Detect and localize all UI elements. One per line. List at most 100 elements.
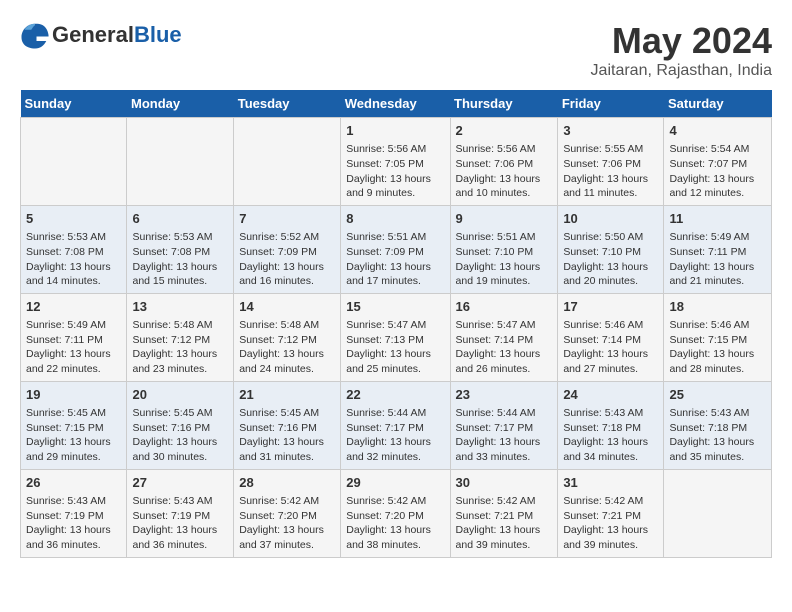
- cell-detail: Sunset: 7:17 PM: [456, 421, 553, 436]
- calendar-cell: 1Sunrise: 5:56 AMSunset: 7:05 PMDaylight…: [341, 118, 450, 206]
- cell-detail: Sunrise: 5:46 AM: [563, 318, 658, 333]
- cell-detail: and 26 minutes.: [456, 362, 553, 377]
- day-of-week-saturday: Saturday: [664, 90, 772, 118]
- cell-detail: Sunrise: 5:48 AM: [239, 318, 335, 333]
- calendar-header: SundayMondayTuesdayWednesdayThursdayFrid…: [21, 90, 772, 118]
- calendar-cell: 12Sunrise: 5:49 AMSunset: 7:11 PMDayligh…: [21, 293, 127, 381]
- calendar-week-1: 1Sunrise: 5:56 AMSunset: 7:05 PMDaylight…: [21, 118, 772, 206]
- calendar-cell: 14Sunrise: 5:48 AMSunset: 7:12 PMDayligh…: [234, 293, 341, 381]
- cell-detail: Daylight: 13 hours: [26, 435, 121, 450]
- calendar-cell: 27Sunrise: 5:43 AMSunset: 7:19 PMDayligh…: [127, 469, 234, 557]
- day-number: 6: [132, 210, 228, 228]
- cell-detail: Sunset: 7:19 PM: [26, 509, 121, 524]
- cell-detail: Daylight: 13 hours: [456, 260, 553, 275]
- cell-detail: and 34 minutes.: [563, 450, 658, 465]
- cell-detail: and 19 minutes.: [456, 274, 553, 289]
- day-number: 10: [563, 210, 658, 228]
- cell-detail: Daylight: 13 hours: [132, 435, 228, 450]
- logo-general: General: [52, 22, 134, 47]
- cell-detail: and 15 minutes.: [132, 274, 228, 289]
- cell-detail: Daylight: 13 hours: [346, 172, 444, 187]
- cell-detail: and 12 minutes.: [669, 186, 766, 201]
- cell-detail: Sunset: 7:06 PM: [563, 157, 658, 172]
- cell-detail: Sunrise: 5:43 AM: [26, 494, 121, 509]
- cell-detail: Sunrise: 5:56 AM: [346, 142, 444, 157]
- cell-detail: Daylight: 13 hours: [26, 347, 121, 362]
- day-number: 13: [132, 298, 228, 316]
- calendar-body: 1Sunrise: 5:56 AMSunset: 7:05 PMDaylight…: [21, 118, 772, 558]
- cell-detail: and 36 minutes.: [132, 538, 228, 553]
- cell-detail: and 31 minutes.: [239, 450, 335, 465]
- cell-detail: Sunrise: 5:47 AM: [456, 318, 553, 333]
- cell-detail: Daylight: 13 hours: [563, 435, 658, 450]
- calendar-cell: 21Sunrise: 5:45 AMSunset: 7:16 PMDayligh…: [234, 381, 341, 469]
- day-number: 29: [346, 474, 444, 492]
- day-of-week-wednesday: Wednesday: [341, 90, 450, 118]
- cell-detail: and 20 minutes.: [563, 274, 658, 289]
- day-number: 27: [132, 474, 228, 492]
- cell-detail: Daylight: 13 hours: [132, 523, 228, 538]
- cell-detail: Sunset: 7:11 PM: [669, 245, 766, 260]
- cell-detail: and 16 minutes.: [239, 274, 335, 289]
- cell-detail: Sunset: 7:08 PM: [26, 245, 121, 260]
- cell-detail: Sunset: 7:06 PM: [456, 157, 553, 172]
- cell-detail: Sunset: 7:16 PM: [239, 421, 335, 436]
- calendar-cell: 16Sunrise: 5:47 AMSunset: 7:14 PMDayligh…: [450, 293, 558, 381]
- day-number: 12: [26, 298, 121, 316]
- cell-detail: Daylight: 13 hours: [346, 260, 444, 275]
- cell-detail: and 39 minutes.: [563, 538, 658, 553]
- cell-detail: Sunrise: 5:43 AM: [563, 406, 658, 421]
- cell-detail: and 29 minutes.: [26, 450, 121, 465]
- day-number: 8: [346, 210, 444, 228]
- calendar-cell: 25Sunrise: 5:43 AMSunset: 7:18 PMDayligh…: [664, 381, 772, 469]
- cell-detail: Sunrise: 5:45 AM: [239, 406, 335, 421]
- cell-detail: Sunset: 7:07 PM: [669, 157, 766, 172]
- calendar-cell: 19Sunrise: 5:45 AMSunset: 7:15 PMDayligh…: [21, 381, 127, 469]
- day-number: 18: [669, 298, 766, 316]
- cell-detail: Sunrise: 5:50 AM: [563, 230, 658, 245]
- cell-detail: Sunset: 7:21 PM: [563, 509, 658, 524]
- day-number: 5: [26, 210, 121, 228]
- cell-detail: Sunset: 7:15 PM: [669, 333, 766, 348]
- calendar-cell: 7Sunrise: 5:52 AMSunset: 7:09 PMDaylight…: [234, 205, 341, 293]
- calendar-cell: 2Sunrise: 5:56 AMSunset: 7:06 PMDaylight…: [450, 118, 558, 206]
- cell-detail: Sunrise: 5:47 AM: [346, 318, 444, 333]
- day-number: 7: [239, 210, 335, 228]
- day-number: 17: [563, 298, 658, 316]
- cell-detail: Daylight: 13 hours: [26, 523, 121, 538]
- cell-detail: Sunrise: 5:52 AM: [239, 230, 335, 245]
- day-number: 3: [563, 122, 658, 140]
- calendar-week-3: 12Sunrise: 5:49 AMSunset: 7:11 PMDayligh…: [21, 293, 772, 381]
- cell-detail: Daylight: 13 hours: [456, 172, 553, 187]
- calendar-cell: 22Sunrise: 5:44 AMSunset: 7:17 PMDayligh…: [341, 381, 450, 469]
- day-number: 15: [346, 298, 444, 316]
- cell-detail: Sunrise: 5:42 AM: [346, 494, 444, 509]
- cell-detail: Sunrise: 5:55 AM: [563, 142, 658, 157]
- cell-detail: Sunset: 7:20 PM: [346, 509, 444, 524]
- calendar-cell: 23Sunrise: 5:44 AMSunset: 7:17 PMDayligh…: [450, 381, 558, 469]
- calendar-cell: 9Sunrise: 5:51 AMSunset: 7:10 PMDaylight…: [450, 205, 558, 293]
- calendar-cell: 4Sunrise: 5:54 AMSunset: 7:07 PMDaylight…: [664, 118, 772, 206]
- cell-detail: Sunset: 7:09 PM: [346, 245, 444, 260]
- logo: GeneralBlue: [20, 20, 182, 50]
- calendar-cell: 26Sunrise: 5:43 AMSunset: 7:19 PMDayligh…: [21, 469, 127, 557]
- calendar-cell: 20Sunrise: 5:45 AMSunset: 7:16 PMDayligh…: [127, 381, 234, 469]
- cell-detail: Sunset: 7:20 PM: [239, 509, 335, 524]
- cell-detail: Daylight: 13 hours: [132, 347, 228, 362]
- cell-detail: and 28 minutes.: [669, 362, 766, 377]
- cell-detail: and 33 minutes.: [456, 450, 553, 465]
- cell-detail: Sunset: 7:09 PM: [239, 245, 335, 260]
- cell-detail: and 39 minutes.: [456, 538, 553, 553]
- calendar-cell: 13Sunrise: 5:48 AMSunset: 7:12 PMDayligh…: [127, 293, 234, 381]
- page-header: GeneralBlue May 2024 Jaitaran, Rajasthan…: [20, 20, 772, 80]
- calendar-cell: [127, 118, 234, 206]
- logo-text: GeneralBlue: [52, 22, 182, 48]
- cell-detail: Daylight: 13 hours: [346, 347, 444, 362]
- calendar-table: SundayMondayTuesdayWednesdayThursdayFrid…: [20, 90, 772, 558]
- cell-detail: Sunrise: 5:43 AM: [669, 406, 766, 421]
- day-of-week-friday: Friday: [558, 90, 664, 118]
- logo-icon: [20, 20, 50, 50]
- cell-detail: Sunset: 7:12 PM: [132, 333, 228, 348]
- calendar-cell: 29Sunrise: 5:42 AMSunset: 7:20 PMDayligh…: [341, 469, 450, 557]
- cell-detail: Daylight: 13 hours: [669, 260, 766, 275]
